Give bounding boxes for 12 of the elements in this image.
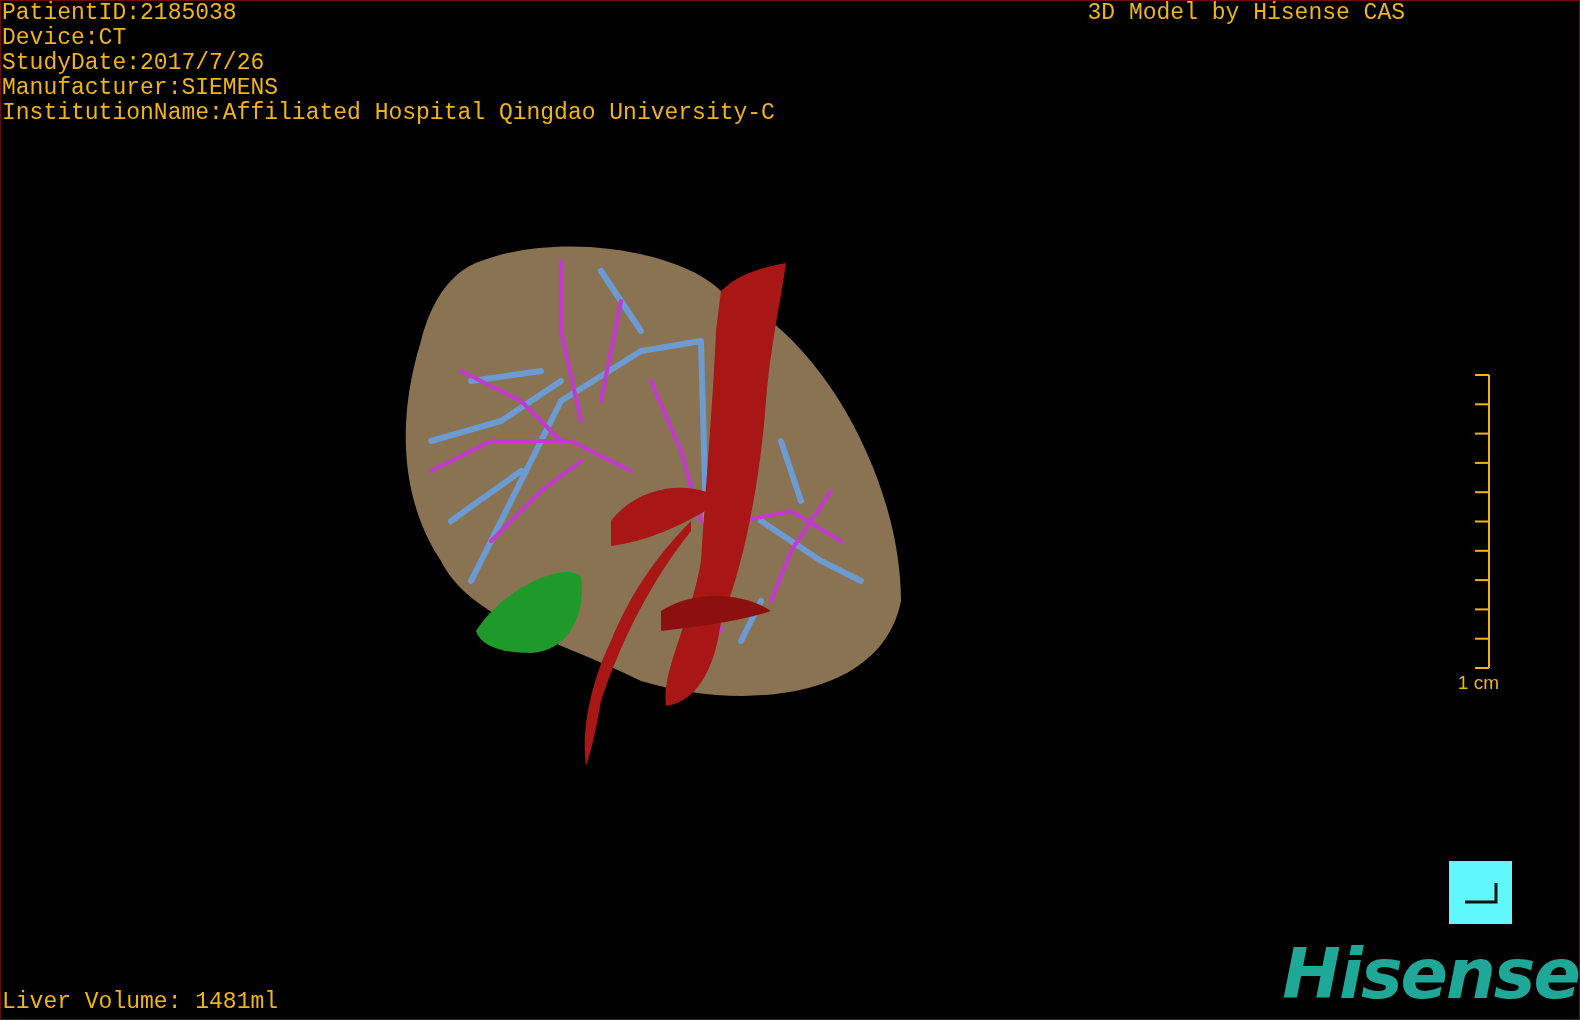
info-text: InstitutionName:Affiliated Hospital Qingdao University-C [2, 101, 775, 126]
liver-volume-text: Liver Volume: 1481ml [2, 990, 279, 1015]
scale-bar-icon [1473, 374, 1491, 669]
info-text: PatientID:2185038 [2, 1, 238, 26]
corner-icon [1463, 881, 1498, 904]
scale-label: 1 cm [1457, 672, 1499, 694]
brand-logo: Hisense [1282, 941, 1579, 1007]
info-text: Device:CT [2, 26, 128, 51]
info-text: StudyDate:2017/7/26 [2, 51, 266, 76]
info-text: Manufacturer:SIEMENS [2, 76, 280, 101]
view-corner-button[interactable] [1449, 861, 1512, 924]
viewer-title: 3D Model by Hisense CAS [1087, 1, 1405, 26]
